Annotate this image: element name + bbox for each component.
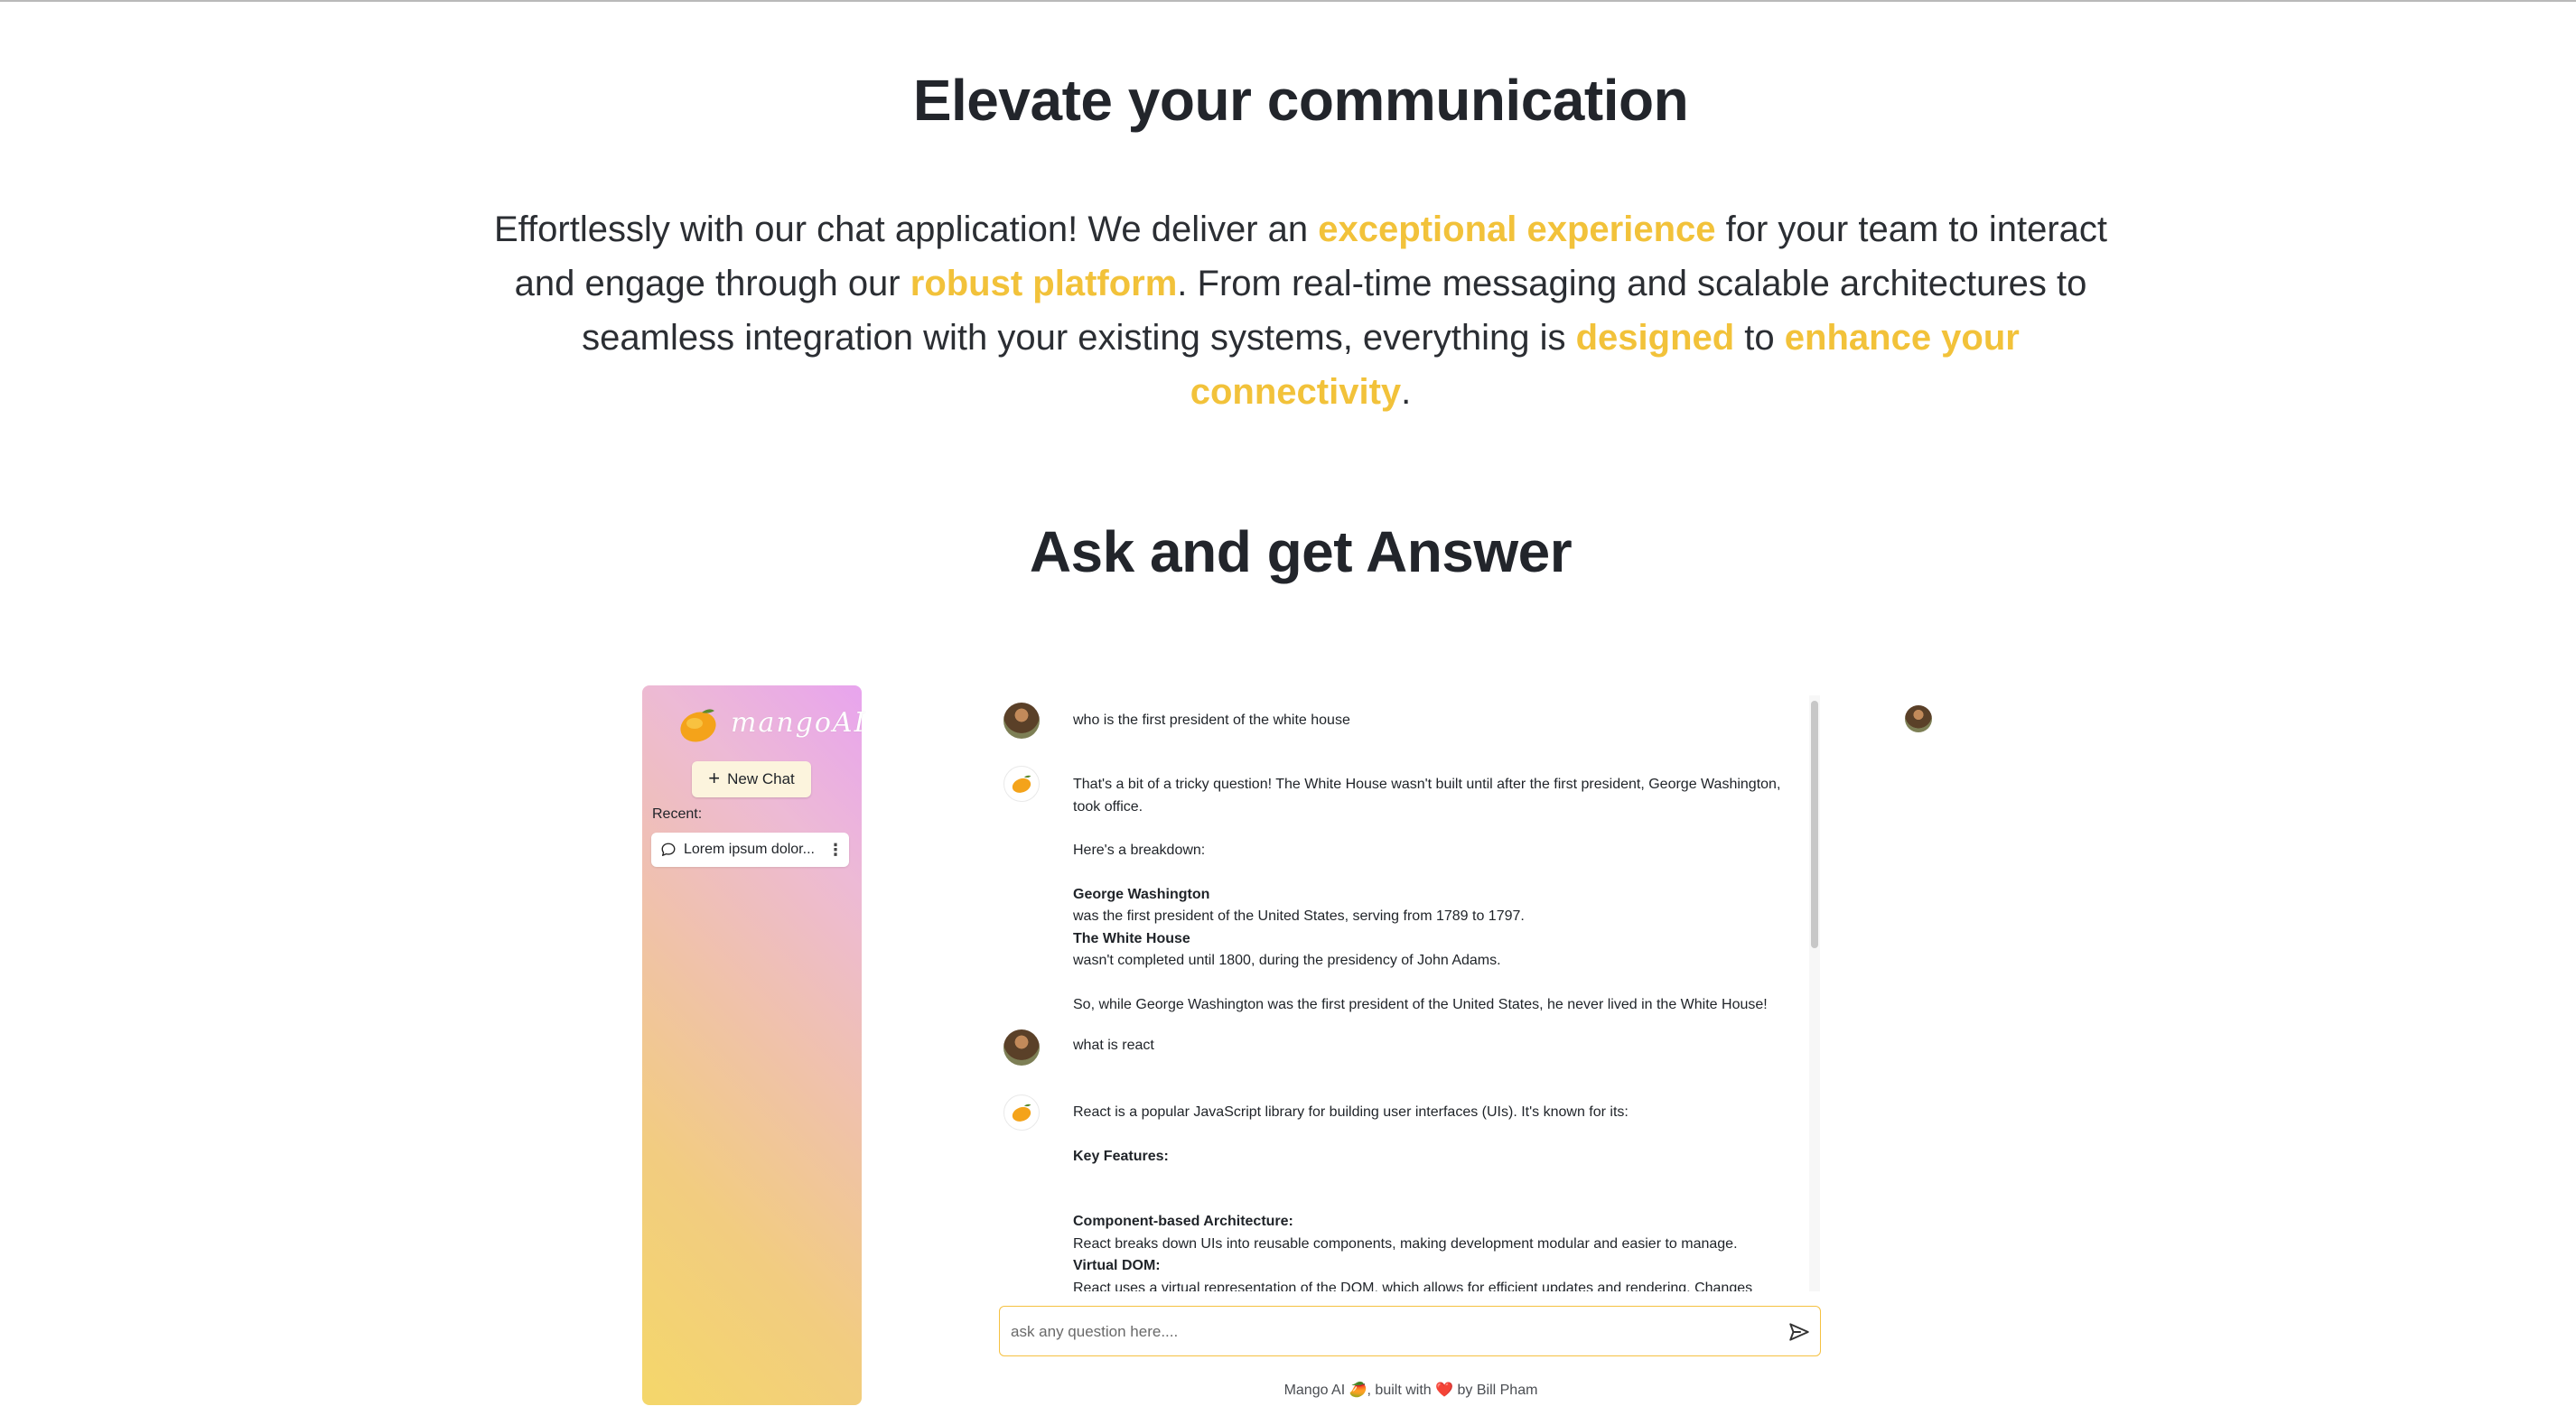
intro-text: .: [1401, 372, 1412, 412]
message-line: React is a popular JavaScript library fo…: [1073, 1104, 1629, 1120]
new-chat-label: New Chat: [727, 770, 795, 787]
intro-paragraph: Effortlessly with our chat application! …: [470, 202, 2132, 419]
user-avatar: [1003, 1029, 1040, 1066]
message-line: React uses a virtual representation of t…: [1073, 1280, 1753, 1292]
bot-avatar: [1003, 1094, 1040, 1131]
mango-icon: [1012, 775, 1031, 793]
plus-icon: +: [708, 767, 721, 789]
chat-messages: who is the first president of the white …: [994, 695, 1825, 1291]
message-line: Here's a breakdown:: [1073, 843, 1206, 858]
highlight-text: robust platform: [910, 264, 1178, 303]
message-line: So, while George Washington was the firs…: [1073, 996, 1768, 1012]
recent-chat-item[interactable]: Lorem ipsum dolor... ⋮: [651, 833, 849, 867]
heart-icon: ❤️: [1435, 1383, 1454, 1398]
question-input-box[interactable]: [999, 1306, 1821, 1356]
user-avatar: [1003, 703, 1040, 739]
kebab-menu-icon[interactable]: ⋮: [826, 841, 845, 860]
message-bold-line: The White House: [1073, 930, 1190, 946]
send-icon[interactable]: [1787, 1320, 1811, 1344]
message-line: who is the first president of the white …: [1073, 712, 1350, 728]
intro-text: to: [1734, 318, 1785, 358]
message-bold-line: Key Features:: [1073, 1148, 1169, 1164]
message-line: wasn't completed until 1800, during the …: [1073, 953, 1501, 968]
bot-avatar: [1003, 766, 1040, 802]
message-line: React breaks down UIs into reusable comp…: [1073, 1235, 1738, 1252]
new-chat-button[interactable]: + New Chat: [692, 761, 811, 797]
user-avatar[interactable]: [1905, 705, 1932, 732]
footer-text: Mango AI: [1283, 1383, 1349, 1398]
message-line: That's a bit of a tricky question! The W…: [1073, 777, 1781, 815]
message-bold-line: George Washington: [1073, 886, 1210, 902]
recent-chat-label: Lorem ipsum dolor...: [684, 842, 815, 857]
message-text: React is a popular JavaScript library fo…: [1073, 1102, 1805, 1291]
mango-icon: [680, 709, 716, 742]
brand-logo: mangoAI: [675, 698, 864, 747]
mango-icon: [1012, 1104, 1031, 1122]
message-bold-line: Component-based Architecture:: [1073, 1214, 1293, 1229]
message-text: who is the first president of the white …: [1073, 710, 1805, 732]
page-title: Elevate your communication: [912, 68, 1689, 133]
section-title: Ask and get Answer: [1029, 519, 1573, 584]
top-border: [0, 0, 2576, 2]
highlight-text: designed: [1575, 318, 1735, 358]
message-line: what is react: [1073, 1038, 1154, 1053]
message-text: what is react: [1073, 1035, 1805, 1057]
chat-bubble-icon: [661, 843, 676, 856]
app-footer: Mango AI 🥭, built with ❤️ by Bill Pham: [994, 1381, 1828, 1399]
footer-text: , built with: [1367, 1383, 1436, 1398]
mango-icon: 🥭: [1349, 1383, 1367, 1398]
highlight-text: exceptional experience: [1318, 210, 1716, 249]
message-bold-line: Virtual DOM:: [1073, 1258, 1161, 1273]
app-sidebar: mangoAI + New Chat Recent: Lorem ipsum d…: [642, 685, 864, 1405]
intro-text: Effortlessly with our chat application! …: [493, 210, 1319, 249]
question-input[interactable]: [1009, 1307, 1771, 1356]
message-line: was the first president of the United St…: [1073, 908, 1525, 924]
message-text: That's a bit of a tricky question! The W…: [1073, 774, 1805, 1016]
recent-label: Recent:: [652, 806, 703, 822]
brand-name: mangoAI: [731, 707, 867, 739]
footer-text: by Bill Pham: [1453, 1383, 1538, 1398]
